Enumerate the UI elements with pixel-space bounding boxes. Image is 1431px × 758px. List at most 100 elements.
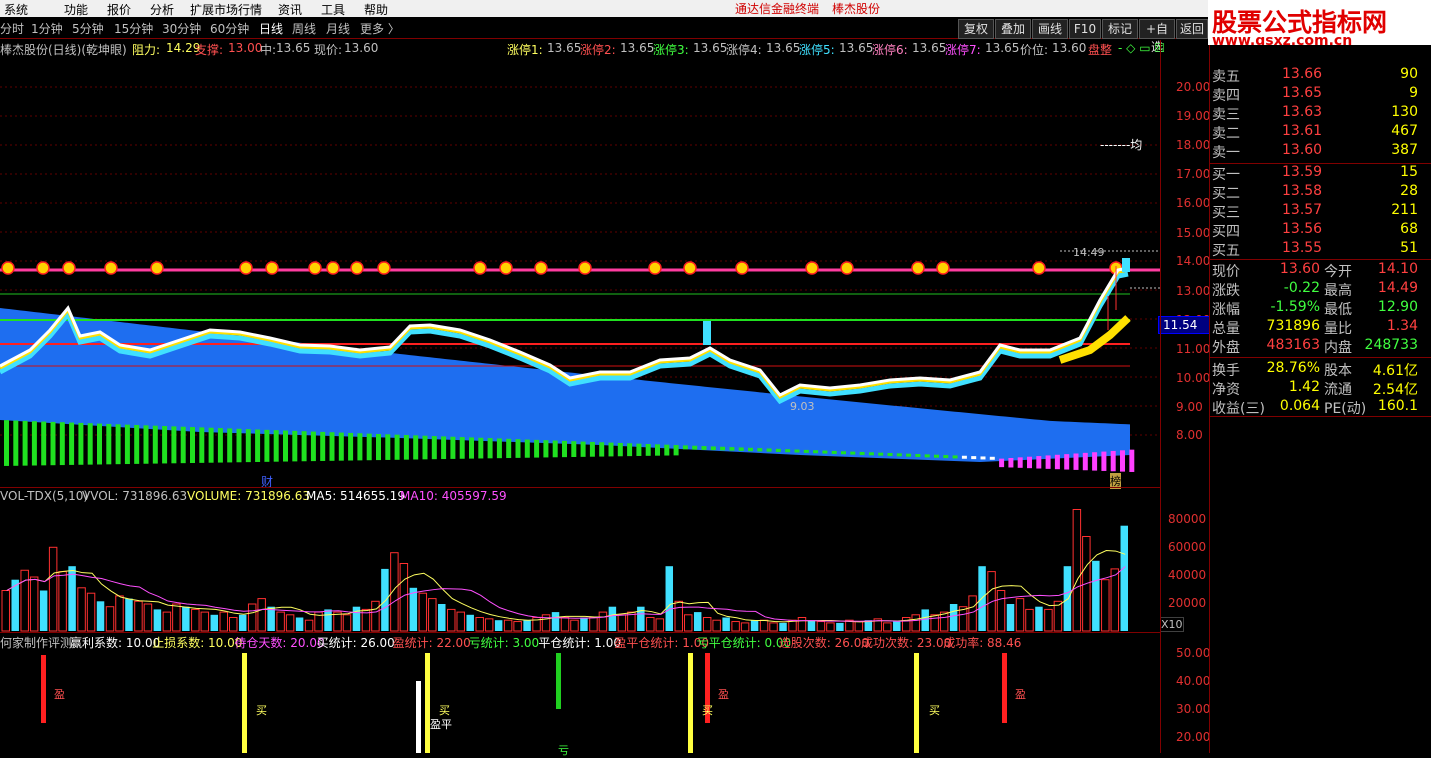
stock-title: 棒杰股份 [832,2,881,16]
order-price: 13.60 [1282,142,1323,158]
low-price-label: 9.03 [790,400,815,413]
axis-divider [1160,40,1161,753]
order-volume: 387 [1391,142,1418,158]
limit-up-value: 13.65 [693,41,728,55]
price-axis-label: 8.00 [1176,428,1203,442]
order-level-label: 买四 [1212,224,1240,240]
overlay-button[interactable]: 叠加 [995,19,1031,39]
menu-function[interactable]: 功能 [64,1,88,18]
sub-axis-label: 20.00 [1176,730,1211,744]
divider [0,632,1160,633]
menu-system[interactable]: 系统 [4,1,28,18]
order-price: 13.57 [1282,202,1323,218]
tf-more[interactable]: 更多 〉 [360,20,400,37]
order-price: 13.59 [1282,164,1323,180]
high-price-label: 14.49 [1073,246,1105,259]
stat-value: 483163 [1266,337,1320,353]
order-volume: 68 [1400,221,1418,237]
draw-button[interactable]: 画线 [1032,19,1068,39]
price-axis-label: 10.00 [1176,371,1211,385]
menu-extended-market[interactable]: 扩展市场行情 [190,1,262,18]
stat-value: -1.59% [1270,299,1320,315]
stat-value: 160.1 [1377,398,1418,414]
tf-weekly[interactable]: 周线 [292,20,316,37]
sub-axis-label: 30.00 [1176,702,1211,716]
volume-axis-label: 80000 [1168,512,1207,526]
tf-60min[interactable]: 60分钟 [210,20,249,37]
volume-axis-label: 40000 [1168,568,1207,582]
volume-unit: X10 [1160,617,1184,632]
order-level-label: 卖三 [1212,107,1240,123]
add-favorite-button[interactable]: +自选 [1139,19,1175,54]
signal-yingping-label: 盈平 [430,718,452,731]
volume-chart [1,509,1128,632]
stat-label: 总量 [1212,321,1240,337]
menu-quote[interactable]: 报价 [107,1,131,18]
stat-label: 股本 [1324,363,1352,379]
order-volume: 467 [1391,123,1418,139]
stat-label: 最低 [1324,302,1352,318]
stat-value: 14.49 [1377,280,1418,296]
price-axis-label: 11.00 [1176,342,1211,356]
menu-help[interactable]: 帮助 [364,1,388,18]
volume-axis-label: 20000 [1168,596,1207,610]
tf-monthly[interactable]: 月线 [326,20,350,37]
stat-value: -0.22 [1283,280,1320,296]
divider [1209,259,1431,260]
mark-button[interactable]: 标记 [1102,19,1138,39]
order-price: 13.58 [1282,183,1323,199]
menu-news[interactable]: 资讯 [278,1,302,18]
signal-ying-label: 盈 [718,688,729,701]
signal-chart [41,653,1007,753]
tf-daily[interactable]: 日线 [259,20,283,37]
stat-value: 1.34 [1386,318,1418,334]
price-axis-label: 20.00 [1176,80,1211,94]
toolbar-icons[interactable]: - ◇ ▭ ☒ [1118,41,1165,55]
stat-value: 12.90 [1377,299,1418,315]
stat-value: 2.54亿 [1372,382,1418,398]
menu-tools[interactable]: 工具 [321,1,345,18]
tf-5min[interactable]: 5分钟 [72,20,104,37]
tf-30min[interactable]: 30分钟 [162,20,201,37]
order-volume: 15 [1400,164,1418,180]
order-level-label: 买五 [1212,243,1240,259]
order-price: 13.63 [1282,104,1323,120]
order-price: 13.56 [1282,221,1323,237]
order-volume: 90 [1400,66,1418,82]
price-pos-value: 13.60 [1052,41,1087,55]
f10-button[interactable]: F10 [1069,19,1101,39]
order-price: 13.55 [1282,240,1323,256]
signal-ying-label: 盈 [1015,688,1026,701]
order-volume: 9 [1409,85,1418,101]
sub-axis-label: 40.00 [1176,674,1211,688]
stat-label: 净资 [1212,382,1240,398]
order-level-label: 卖四 [1212,88,1240,104]
stat-value: 248733 [1364,337,1418,353]
tf-15min[interactable]: 15分钟 [114,20,153,37]
menu-analysis[interactable]: 分析 [150,1,174,18]
fuquan-button[interactable]: 复权 [958,19,994,39]
order-volume: 28 [1400,183,1418,199]
limit-up-value: 13.65 [839,41,874,55]
order-level-label: 卖一 [1212,145,1240,161]
back-button[interactable]: 返回 [1176,19,1208,39]
order-level-label: 买二 [1212,186,1240,202]
stat-value: 1.42 [1288,379,1320,395]
limit-up-value: 13.65 [912,41,947,55]
price-axis-label: 9.00 [1176,400,1203,414]
sub-axis-label: 50.00 [1176,646,1211,660]
order-level-label: 卖二 [1212,126,1240,142]
mid-value: 13.65 [276,41,311,55]
stat-label: 今开 [1324,264,1352,280]
price-chart [0,86,1160,472]
order-level-label: 买一 [1212,167,1240,183]
order-volume: 211 [1391,202,1418,218]
price-axis-label: 19.00 [1176,109,1211,123]
price-axis-label: 16.00 [1176,196,1211,210]
signal-mai-label: 买 [256,704,267,717]
order-price: 13.61 [1282,123,1323,139]
tf-fenshi[interactable]: 分时 [0,20,24,37]
stat-value: 0.064 [1279,398,1320,414]
tf-1min[interactable]: 1分钟 [31,20,63,37]
divider [1209,357,1431,358]
